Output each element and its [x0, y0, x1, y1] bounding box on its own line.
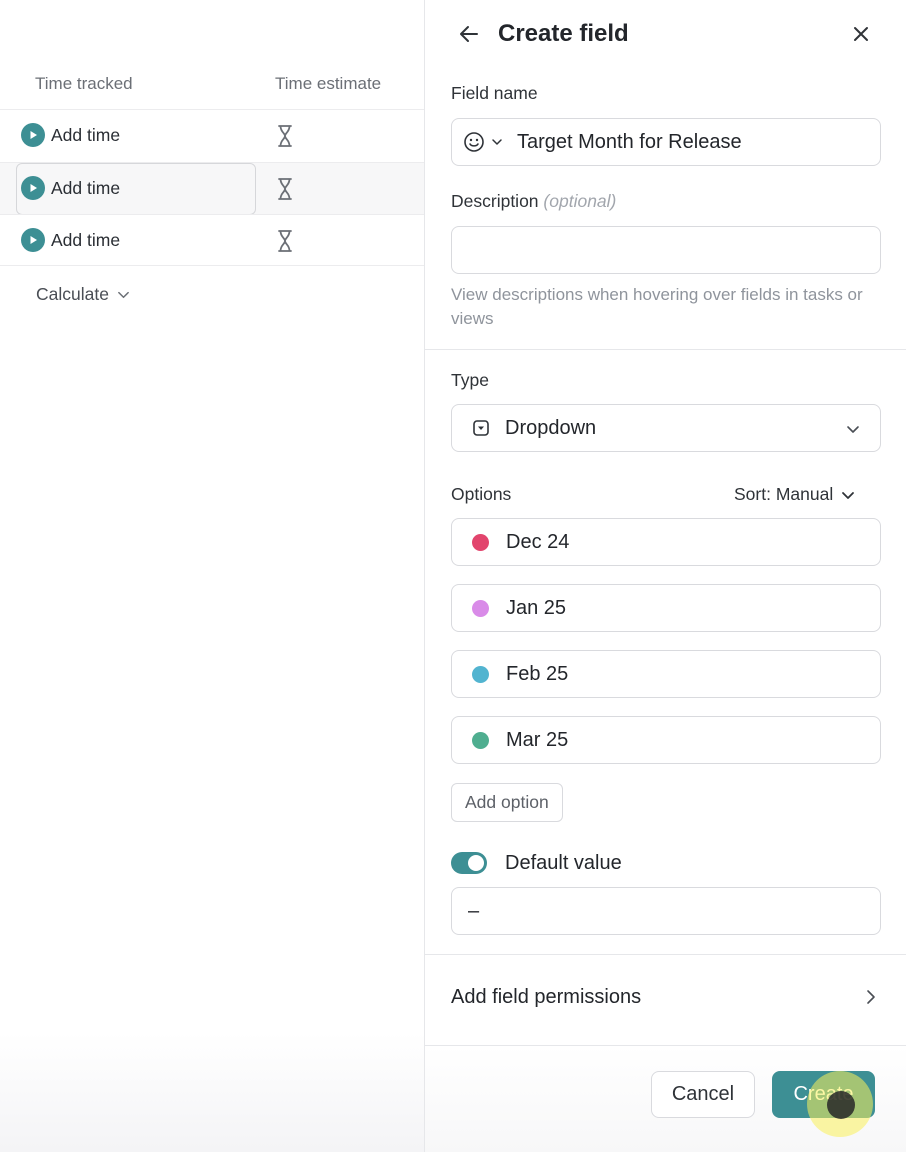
option-color-dot[interactable] — [472, 533, 489, 551]
calculate-dropdown[interactable]: Calculate — [36, 284, 130, 305]
type-value: Dropdown — [505, 416, 597, 439]
cancel-button[interactable]: Cancel — [651, 1071, 755, 1118]
hourglass-icon[interactable] — [276, 177, 294, 201]
create-field-panel: Create field Field name Description (opt… — [424, 0, 906, 1152]
option-label: Feb 25 — [506, 662, 569, 685]
options-label: Options — [451, 484, 512, 504]
panel-header: Create field — [425, 0, 906, 70]
table-row: Add time — [0, 214, 425, 266]
create-button[interactable]: Create — [772, 1071, 875, 1118]
emoji-picker[interactable] — [463, 131, 503, 153]
description-field — [451, 226, 881, 274]
play-icon[interactable] — [21, 123, 45, 147]
description-label-text: Description — [451, 191, 539, 211]
add-option-button[interactable]: Add option — [451, 783, 563, 822]
calculate-label: Calculate — [36, 284, 109, 304]
chevron-down-icon — [847, 426, 859, 433]
default-value-toggle[interactable] — [451, 852, 487, 874]
table-row: Add time — [0, 109, 425, 161]
chevron-down-icon — [118, 291, 129, 299]
dropdown-type-icon — [473, 420, 489, 436]
chevron-down-icon — [842, 491, 855, 499]
type-label: Type — [451, 370, 489, 390]
hourglass-icon[interactable] — [276, 229, 294, 253]
task-table: Time tracked Time estimate Add time Add … — [0, 0, 425, 1152]
option-item[interactable]: Mar 25 — [451, 716, 881, 764]
hourglass-icon[interactable] — [276, 124, 294, 148]
default-value-text: – — [468, 899, 480, 922]
add-field-permissions[interactable]: Add field permissions — [425, 955, 906, 1045]
description-input[interactable] — [468, 238, 880, 262]
play-icon[interactable] — [21, 176, 45, 200]
chevron-down-icon — [492, 139, 502, 145]
close-icon[interactable] — [852, 25, 870, 43]
option-color-dot[interactable] — [472, 731, 489, 749]
sort-label: Sort: Manual — [734, 484, 834, 504]
option-color-dot[interactable] — [472, 665, 489, 683]
type-select[interactable]: Dropdown — [451, 404, 881, 452]
description-helper-text: View descriptions when hovering over fie… — [451, 285, 863, 328]
field-name-field — [451, 118, 881, 166]
option-label: Jan 25 — [506, 596, 567, 619]
column-header-time-estimate[interactable]: Time estimate — [275, 74, 381, 94]
option-item[interactable]: Jan 25 — [451, 584, 881, 632]
option-color-dot[interactable] — [472, 599, 489, 617]
play-icon[interactable] — [21, 228, 45, 252]
option-label: Mar 25 — [506, 728, 569, 751]
smiley-icon — [464, 132, 484, 152]
chevron-right-icon — [867, 990, 875, 1004]
arrow-left-icon[interactable] — [457, 22, 481, 46]
add-time-button[interactable]: Add time — [51, 178, 120, 199]
field-name-input[interactable] — [517, 130, 880, 154]
table-row: Add time — [0, 162, 425, 215]
sort-dropdown[interactable]: Sort: Manual — [734, 484, 855, 505]
permissions-label: Add field permissions — [451, 986, 642, 1008]
option-item[interactable]: Feb 25 — [451, 650, 881, 698]
background-fade — [0, 1032, 425, 1152]
default-value-label: Default value — [505, 852, 622, 874]
column-header-time-tracked[interactable]: Time tracked — [35, 74, 133, 94]
panel-title: Create field — [498, 20, 629, 47]
option-label: Dec 24 — [506, 530, 570, 553]
field-name-label: Field name — [451, 83, 538, 103]
divider — [425, 349, 906, 350]
optional-tag: (optional) — [543, 191, 617, 211]
default-value-select[interactable]: – — [451, 887, 881, 935]
description-label: Description (optional) — [451, 191, 616, 212]
add-time-button[interactable]: Add time — [51, 230, 120, 251]
add-time-button[interactable]: Add time — [51, 125, 120, 146]
option-item[interactable]: Dec 24 — [451, 518, 881, 566]
